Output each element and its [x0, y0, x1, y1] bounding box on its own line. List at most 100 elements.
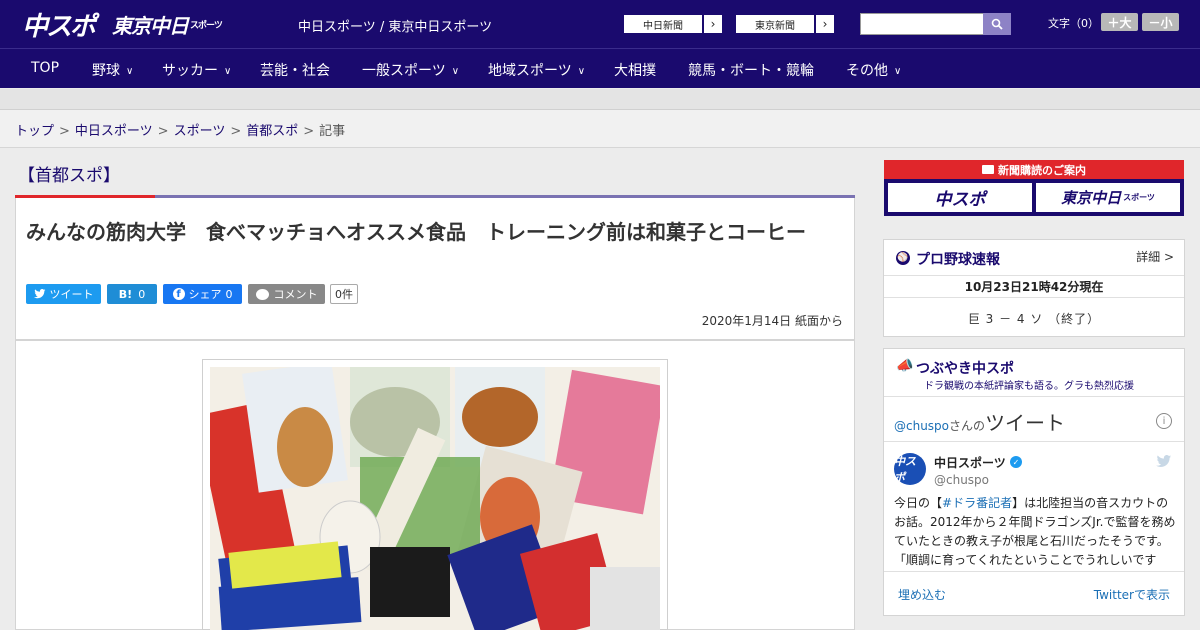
tweet-user-handle[interactable]: @chuspo [934, 473, 989, 487]
breadcrumb-separator: > [157, 124, 169, 139]
tokyo-shimbun-link[interactable]: 東京新聞 › [734, 13, 836, 35]
font-smaller-button[interactable]: －小 [1142, 13, 1179, 31]
embed-link[interactable]: 埋め込む [898, 586, 946, 603]
chuspo-logo[interactable]: 中スポ [22, 8, 96, 42]
nav-label: TOP [31, 60, 60, 76]
nav-baseball[interactable]: 野球 ∨ [92, 60, 133, 80]
twitter-handle-link[interactable]: @chuspo [894, 419, 949, 433]
facebook-icon: f [172, 288, 185, 300]
chevron-down-icon: ∨ [224, 65, 232, 77]
view-on-twitter-link[interactable]: Twitterで表示 [1094, 586, 1170, 603]
breadcrumb-separator: > [303, 124, 315, 139]
article-photo[interactable] [210, 367, 660, 630]
nav-label: 地域スポーツ [488, 63, 572, 79]
tweet-user-name[interactable]: 中日スポーツ [934, 454, 1006, 471]
subscription-banner-title: 新聞購読のご案内 [884, 160, 1184, 179]
baseball-score[interactable]: 巨 3 － 4 ソ （終了） [884, 300, 1184, 336]
divider [884, 396, 1184, 397]
comment-bubble-icon [255, 288, 269, 300]
twitter-widget-title: つぶやき中スポ [916, 361, 1014, 377]
nav-label: 競馬・ボート・競輪 [688, 63, 814, 79]
site-name[interactable]: 中日スポーツ / 東京中日スポーツ [298, 16, 492, 35]
main-nav: TOP 野球 ∨ サッカー ∨ 芸能・社会 一般スポーツ ∨ 地域スポーツ ∨ 大相撲 … [0, 48, 1200, 88]
info-icon[interactable]: i [1156, 413, 1172, 429]
chuspo-logo-text: 中スポ [22, 11, 96, 42]
font-larger-button[interactable]: ＋大 [1101, 13, 1138, 31]
section-title: 【首都スポ】 [18, 166, 120, 186]
hatena-bookmark-button[interactable]: B! 0 [107, 284, 157, 304]
twitter-widget: 📣 つぶやき中スポ ドラ観戦の本紙評論家も語る。グラも熱烈応援 @chuspoさ… [883, 348, 1185, 616]
nav-label: 大相撲 [614, 63, 656, 79]
tokyo-shimbun-label: 東京新聞 [735, 14, 815, 34]
search-input[interactable] [860, 13, 984, 35]
top-header: 中スポ 東京中日 スポーツ 中日スポーツ / 東京中日スポーツ 中日新聞 › 東京… [0, 0, 1200, 48]
nav-entertainment[interactable]: 芸能・社会 [260, 60, 330, 80]
tweet-button-label: ツイート [49, 288, 94, 301]
tokyo-logo-text: 東京中日 [112, 13, 189, 38]
tweet-text-pre: 今日の【 [894, 496, 943, 510]
tokyo-logo-suffix: スポーツ [190, 20, 223, 31]
baseball-title: プロ野球速報 [916, 252, 1000, 268]
facebook-share-button[interactable]: f シェア 0 [163, 284, 242, 304]
chevron-right-icon: › [815, 14, 835, 34]
divider [884, 571, 1184, 572]
search-icon [991, 18, 1003, 30]
chevron-down-icon: ∨ [577, 65, 586, 77]
megaphone-icon: 📣 [896, 358, 914, 374]
publish-date: 2020年1月14日 紙面から [701, 314, 843, 328]
ad-band [0, 89, 1200, 110]
tweet-hashtag-link[interactable]: #ドラ番記者 [942, 496, 1012, 510]
food-products-illustration [210, 367, 660, 630]
breadcrumb-item-top[interactable]: トップ [15, 124, 54, 139]
nav-general-sports[interactable]: 一般スポーツ ∨ [362, 60, 459, 80]
nav-local-sports[interactable]: 地域スポーツ ∨ [488, 60, 585, 80]
subscription-chuspo-label: 中スポ [934, 190, 986, 210]
nav-label: その他 [846, 63, 888, 79]
tweet-button[interactable]: ツイート [26, 284, 101, 304]
nav-label: 野球 [92, 63, 120, 79]
twitter-bird-icon [33, 289, 45, 299]
comment-count-badge[interactable]: 0件 [330, 284, 358, 304]
facebook-share-label: シェア [188, 288, 222, 301]
comment-button[interactable]: コメント [248, 284, 325, 304]
twitter-timeline-heading: @chuspoさんのツイート [894, 407, 1065, 436]
newspaper-icon [982, 165, 994, 174]
subscription-tokyo[interactable]: 東京中日 スポーツ [1036, 183, 1180, 212]
breadcrumb-separator: > [59, 124, 70, 139]
subscription-tokyo-suffix: スポーツ [1123, 193, 1155, 202]
twitter-handle-suffix: さんの [949, 419, 986, 433]
baseball-update-time: 10月23日21時42分現在 [884, 276, 1184, 298]
twitter-widget-subtitle: ドラ観戦の本紙評論家も語る。グラも熱烈応援 [924, 381, 1134, 392]
tokyo-chunichi-logo[interactable]: 東京中日 スポーツ [112, 8, 223, 40]
baseball-icon: ⚾ [896, 251, 910, 265]
search-button[interactable] [983, 13, 1011, 35]
chunichi-shimbun-label: 中日新聞 [623, 14, 703, 34]
nav-other[interactable]: その他 ∨ [846, 60, 901, 80]
nav-soccer[interactable]: サッカー ∨ [162, 60, 231, 80]
avatar[interactable]: 中スポ [894, 453, 926, 485]
baseball-detail-link[interactable]: 詳細 > [1136, 248, 1174, 265]
nav-sumo[interactable]: 大相撲 [614, 60, 656, 80]
twitter-heading: ツイート [985, 411, 1066, 435]
chevron-down-icon: ∨ [894, 65, 902, 77]
nav-racing[interactable]: 競馬・ボート・競輪 [688, 60, 814, 80]
chevron-down-icon: ∨ [126, 65, 134, 77]
nav-label: サッカー [162, 63, 218, 79]
verified-badge-icon: ✓ [1010, 456, 1022, 468]
chunichi-shimbun-link[interactable]: 中日新聞 › [622, 13, 724, 35]
chevron-right-icon: › [703, 14, 723, 34]
breadcrumb: トップ > 中日スポーツ > スポーツ > 首都スポ > 記事 [15, 120, 345, 139]
nav-label: 芸能・社会 [260, 63, 330, 79]
subscription-banner[interactable]: 新聞購読のご案内 中スポ 東京中日 スポーツ [884, 160, 1184, 216]
twitter-bird-icon[interactable] [1156, 455, 1172, 472]
breadcrumb-item-article: 記事 [319, 124, 346, 139]
breadcrumb-item-shuto-spo[interactable]: 首都スポ [246, 124, 298, 139]
subscription-chuspo[interactable]: 中スポ [888, 183, 1032, 212]
nav-top[interactable]: TOP [31, 60, 59, 76]
divider [884, 441, 1184, 442]
comment-button-label: コメント [273, 288, 318, 301]
facebook-share-count: 0 [225, 287, 233, 301]
breadcrumb-item-chunichi-sports[interactable]: 中日スポーツ [75, 124, 153, 139]
breadcrumb-item-sports[interactable]: スポーツ [174, 124, 226, 139]
breadcrumb-separator: > [230, 124, 242, 139]
